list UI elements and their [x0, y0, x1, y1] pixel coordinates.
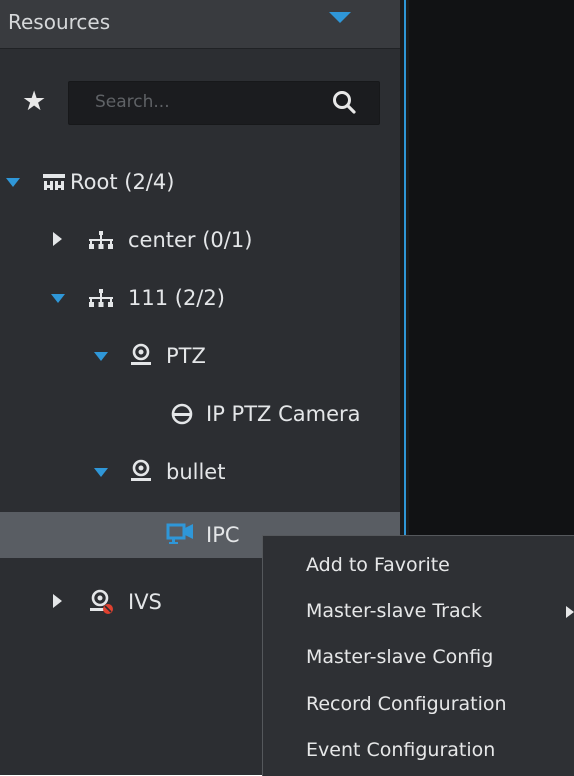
- menu-item-record-configuration[interactable]: Record Configuration: [306, 686, 507, 722]
- device-icon: [131, 343, 151, 365]
- expand-down-icon[interactable]: [94, 352, 108, 361]
- tree-node-label: Root (2/4): [70, 170, 175, 194]
- tree-node-label: PTZ: [166, 344, 206, 368]
- tree-node-label: IVS: [128, 590, 162, 614]
- tree-node-label: bullet: [166, 460, 226, 484]
- tree-node-label: IPC: [206, 523, 240, 547]
- expand-down-icon[interactable]: [94, 468, 108, 477]
- expand-right-icon[interactable]: [53, 594, 62, 608]
- resources-header[interactable]: Resources: [0, 0, 400, 49]
- network-icon: [89, 289, 113, 307]
- device-icon: [131, 459, 151, 481]
- resources-title: Resources: [8, 10, 111, 34]
- expand-down-icon[interactable]: [6, 178, 20, 187]
- menu-item-add-to-favorite[interactable]: Add to Favorite: [306, 547, 450, 583]
- tree-node-111[interactable]: 111 (2/2): [0, 276, 400, 320]
- favorite-star-icon[interactable]: ★: [22, 88, 46, 115]
- tree-node-root[interactable]: Root (2/4): [0, 160, 400, 204]
- expand-down-icon[interactable]: [51, 294, 65, 303]
- menu-item-master-slave-config[interactable]: Master-slave Config: [306, 639, 493, 675]
- context-menu: Add to Favorite Master-slave Track Maste…: [262, 535, 574, 776]
- ivs-device-icon: [90, 589, 113, 614]
- search-icon[interactable]: [331, 89, 357, 115]
- tree-node-bullet[interactable]: bullet: [0, 450, 400, 494]
- ptz-dome-camera-icon: [171, 403, 193, 425]
- tree-node-label: 111 (2/2): [128, 286, 225, 310]
- tree-node-ip-ptz-camera[interactable]: IP PTZ Camera: [0, 392, 400, 436]
- root-org-icon: [43, 174, 65, 190]
- submenu-arrow-icon: [566, 606, 574, 618]
- menu-item-master-slave-track[interactable]: Master-slave Track: [306, 593, 482, 629]
- bullet-camera-icon: [166, 523, 193, 544]
- expand-right-icon[interactable]: [53, 232, 62, 246]
- network-icon: [89, 231, 113, 249]
- video-pane: [409, 0, 574, 562]
- tree-node-center[interactable]: center (0/1): [0, 218, 400, 262]
- search-box[interactable]: [68, 81, 380, 125]
- search-input[interactable]: [79, 90, 335, 114]
- tree-node-label: IP PTZ Camera: [206, 402, 361, 426]
- dropdown-caret-icon[interactable]: [329, 12, 351, 23]
- tree-node-ptz[interactable]: PTZ: [0, 334, 400, 378]
- tree-node-label: center (0/1): [128, 228, 253, 252]
- menu-item-event-configuration[interactable]: Event Configuration: [306, 732, 495, 768]
